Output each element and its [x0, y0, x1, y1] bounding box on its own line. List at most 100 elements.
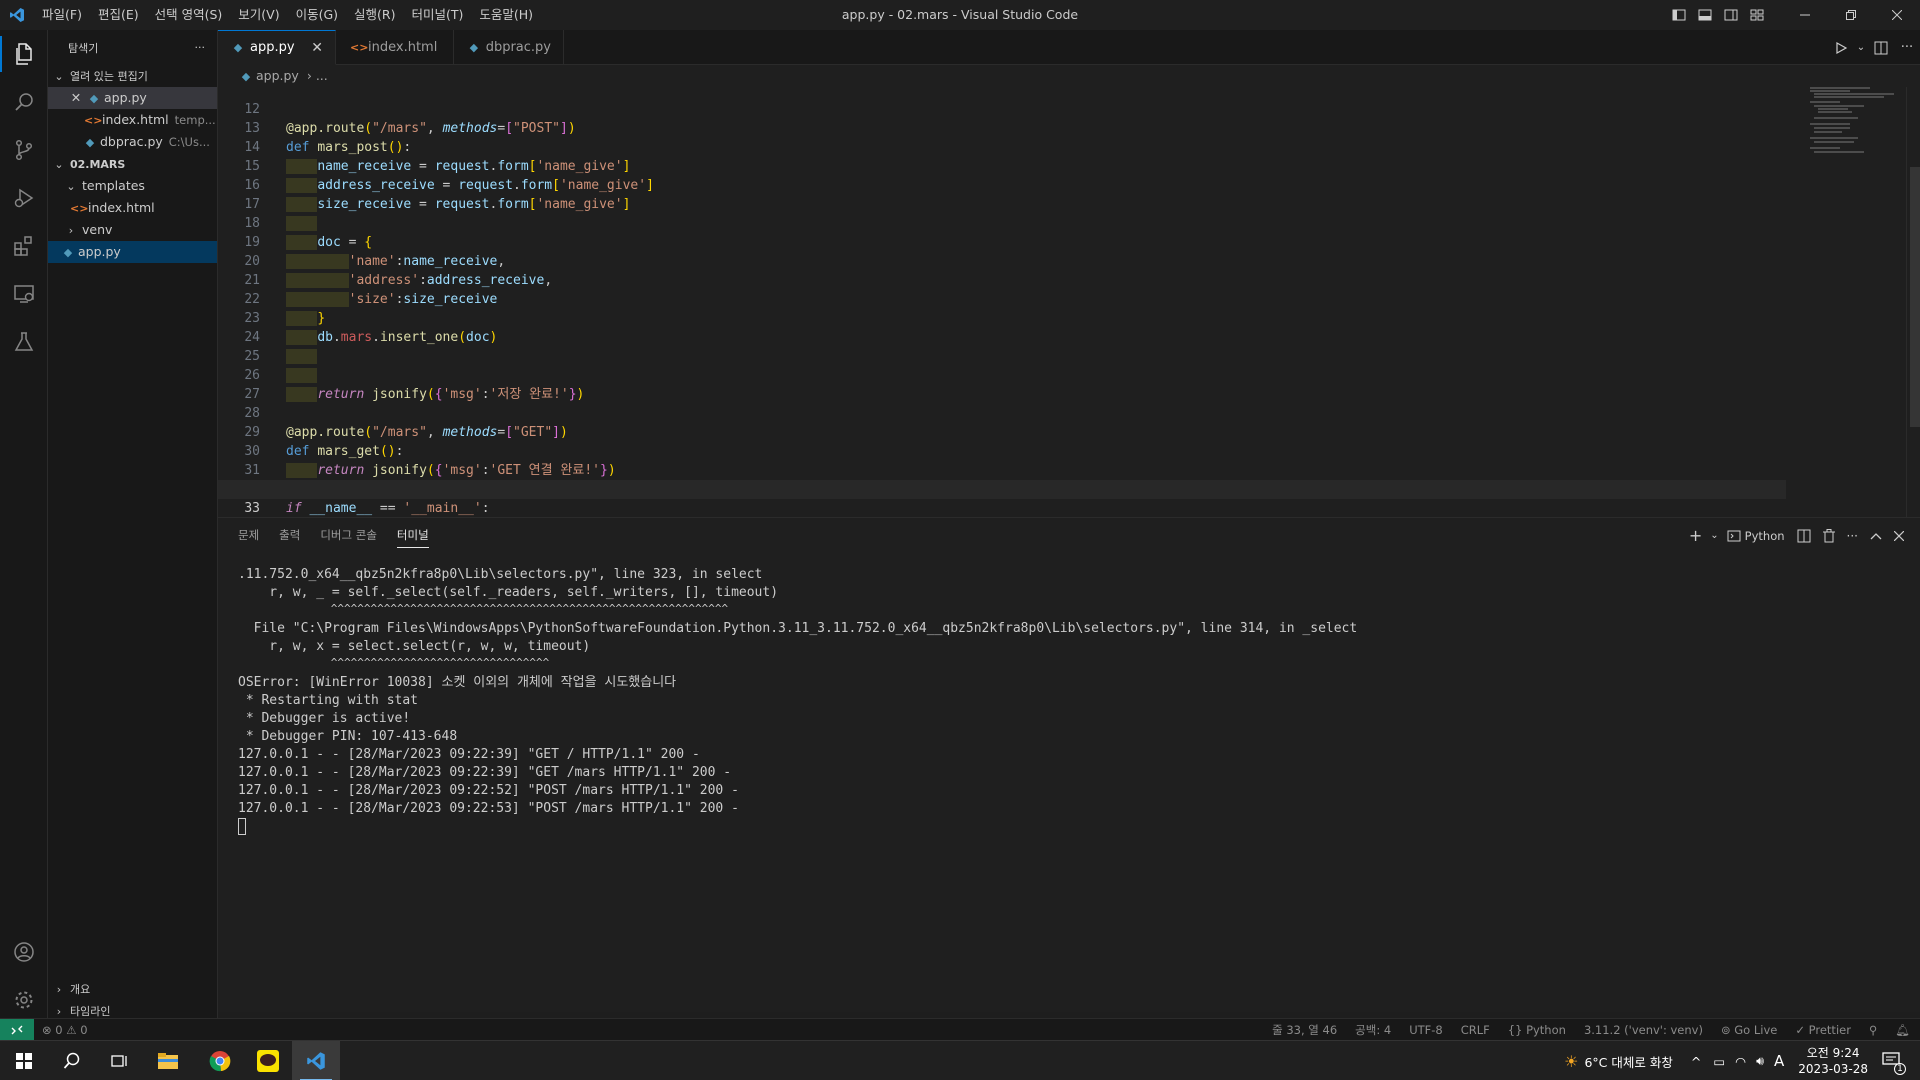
- weather-sun-icon[interactable]: ☀: [1564, 1052, 1578, 1071]
- meet-now-icon[interactable]: ▭: [1713, 1054, 1725, 1069]
- line-number: 33: [244, 501, 260, 516]
- run-dropdown-chevron-icon[interactable]: ⌄: [1854, 42, 1868, 53]
- minimize-icon[interactable]: [1782, 0, 1828, 30]
- panel-tab-problems[interactable]: 문제: [238, 518, 259, 553]
- menu-selection[interactable]: 선택 영역(S): [147, 0, 231, 30]
- tab-app-py[interactable]: ◆ app.py ✕: [218, 30, 336, 65]
- panel-tab-terminal[interactable]: 터미널: [396, 518, 429, 553]
- open-editor-app-py[interactable]: ✕ ◆ app.py: [48, 87, 217, 109]
- terminal-output[interactable]: .11.752.0_x64__qbz5n2kfra8p0\Lib\selecto…: [238, 566, 1357, 836]
- eol-status[interactable]: CRLF: [1461, 1023, 1490, 1037]
- more-actions-icon[interactable]: ···: [195, 41, 206, 54]
- editor-scrollbar[interactable]: [1906, 87, 1920, 517]
- menu-edit[interactable]: 편집(E): [90, 0, 147, 30]
- code-line: 23 db.mars.insert_one(doc): [218, 290, 1786, 345]
- tree-item-index-html[interactable]: <>index.html: [48, 197, 217, 219]
- kill-terminal-trash-icon[interactable]: [1817, 528, 1841, 543]
- encoding-status[interactable]: UTF-8: [1409, 1023, 1443, 1037]
- language-mode-status[interactable]: {} Python: [1508, 1023, 1566, 1037]
- panel-tab-output[interactable]: 출력: [279, 518, 300, 553]
- taskbar-search-icon[interactable]: [48, 1041, 96, 1080]
- notification-center-icon[interactable]: 1: [1882, 1051, 1906, 1075]
- code-line: 22 }: [218, 271, 1786, 326]
- cursor-position-status[interactable]: 줄 33, 열 46: [1272, 1022, 1337, 1038]
- customize-layout-icon[interactable]: [1744, 0, 1770, 30]
- menu-help[interactable]: 도움말(H): [471, 0, 541, 30]
- more-actions-icon[interactable]: ···: [1841, 529, 1864, 543]
- close-window-icon[interactable]: [1874, 0, 1920, 30]
- menu-terminal[interactable]: 터미널(T): [404, 0, 472, 30]
- menu-run[interactable]: 실행(R): [346, 0, 403, 30]
- menu-file[interactable]: 파일(F): [34, 0, 90, 30]
- tree-item-venv[interactable]: › venv: [48, 219, 217, 241]
- open-editor-path: temp...: [174, 113, 216, 127]
- terminal-line: OSError: [WinError 10038] 소켓 이외의 개체에 작업을…: [238, 675, 677, 690]
- tab-dbprac-py[interactable]: ◆ dbprac.py: [454, 30, 564, 65]
- feedback-icon[interactable]: ⚲: [1869, 1023, 1877, 1037]
- problems-status[interactable]: ⊗ 0 ⚠ 0: [42, 1023, 88, 1037]
- task-view-icon[interactable]: [96, 1041, 144, 1080]
- close-panel-icon[interactable]: [1888, 530, 1910, 541]
- extensions-icon[interactable]: [0, 222, 48, 270]
- ime-indicator[interactable]: A: [1774, 1052, 1784, 1070]
- go-live-status[interactable]: ⊚ Go Live: [1721, 1023, 1777, 1037]
- notifications-bell-icon[interactable]: 🔔︎: [1895, 1023, 1910, 1037]
- remote-explorer-icon[interactable]: [0, 270, 48, 318]
- split-terminal-icon[interactable]: [1791, 529, 1817, 543]
- open-editors-section[interactable]: ⌄ 열려 있는 편집기: [48, 65, 217, 87]
- tab-index-html[interactable]: <> index.html: [336, 30, 454, 65]
- panel-tab-debug-console[interactable]: 디버그 콘솔: [320, 518, 377, 553]
- kakaotalk-icon[interactable]: [244, 1041, 292, 1080]
- menu-go[interactable]: 이동(G): [288, 0, 346, 30]
- toggle-secondary-sidebar-icon[interactable]: [1718, 0, 1744, 30]
- new-terminal-plus-icon[interactable]: +: [1683, 526, 1708, 545]
- terminal-instance-selector[interactable]: Python: [1721, 529, 1791, 543]
- tree-item-app-py[interactable]: ◆ app.py: [48, 241, 217, 263]
- menu-view[interactable]: 보기(V): [230, 0, 287, 30]
- folder-section-02-mars[interactable]: ⌄ 02.MARS: [48, 153, 217, 175]
- source-control-icon[interactable]: [0, 126, 48, 174]
- toggle-panel-icon[interactable]: [1692, 0, 1718, 30]
- prettier-status[interactable]: ✓ Prettier: [1795, 1023, 1851, 1037]
- tray-overflow-chevron-icon[interactable]: ^: [1691, 1054, 1701, 1069]
- indentation-status[interactable]: 공백: 4: [1355, 1022, 1391, 1038]
- terminal-dropdown-chevron-icon[interactable]: ⌄: [1708, 530, 1720, 541]
- testing-icon[interactable]: [0, 318, 48, 366]
- remote-indicator-icon[interactable]: [0, 1019, 34, 1041]
- code-editor[interactable]: 12 @app.route("/mars", methods=["POST"])…: [218, 87, 1920, 536]
- terminal-line: File "C:\Program Files\WindowsApps\Pytho…: [238, 621, 1358, 636]
- minimap[interactable]: [1810, 87, 1906, 167]
- start-windows-icon[interactable]: [0, 1041, 48, 1080]
- wifi-icon[interactable]: ◠: [1735, 1054, 1746, 1069]
- outline-section[interactable]: › 개요: [48, 978, 218, 1000]
- weather-text[interactable]: 6°C 대체로 화창: [1584, 1052, 1672, 1071]
- explorer-sidebar: 탐색기 ··· ⌄ 열려 있는 편집기 ✕ ◆ app.py <>index.ht…: [48, 30, 218, 1030]
- scrollbar-thumb[interactable]: [1910, 167, 1920, 427]
- more-actions-icon[interactable]: ···: [1894, 40, 1920, 55]
- search-icon[interactable]: [0, 78, 48, 126]
- python-interpreter-status[interactable]: 3.11.2 ('venv': venv): [1584, 1023, 1703, 1037]
- manage-gear-icon[interactable]: [0, 976, 48, 1024]
- volume-icon[interactable]: 🔊︎: [1756, 1053, 1764, 1069]
- restore-icon[interactable]: [1828, 0, 1874, 30]
- accounts-icon[interactable]: [0, 928, 48, 976]
- clock[interactable]: 오전 9:24 2023-03-28: [1798, 1045, 1868, 1077]
- windows-taskbar: ☀ 6°C 대체로 화창 ^ ▭ ◠ 🔊︎ A 오전 9:24 2023-03-…: [0, 1040, 1920, 1080]
- chrome-icon[interactable]: [196, 1041, 244, 1080]
- split-editor-icon[interactable]: [1868, 41, 1894, 55]
- toggle-primary-sidebar-icon[interactable]: [1666, 0, 1692, 30]
- chevron-down-icon: ⌄: [66, 180, 76, 193]
- run-python-file-icon[interactable]: [1828, 41, 1854, 54]
- tree-item-templates[interactable]: ⌄ templates: [48, 175, 217, 197]
- explorer-icon[interactable]: [0, 30, 48, 78]
- close-editor-icon[interactable]: ✕: [68, 87, 84, 109]
- code-line-current: 33 app.run('0.0.0.0', port=5000, debug=T…: [218, 480, 1786, 536]
- file-explorer-icon[interactable]: [144, 1041, 192, 1080]
- run-debug-icon[interactable]: [0, 174, 48, 222]
- close-tab-icon[interactable]: ✕: [311, 40, 323, 56]
- terminal-line: 127.0.0.1 - - [28/Mar/2023 09:22:52] "PO…: [238, 783, 739, 798]
- open-editor-dbprac-py[interactable]: ◆ dbprac.py C:\Us...: [48, 131, 217, 153]
- maximize-panel-chevron-up-icon[interactable]: [1864, 532, 1888, 540]
- open-editor-index-html[interactable]: <>index.html temp...: [48, 109, 217, 131]
- vscode-taskbar-icon[interactable]: [292, 1041, 340, 1080]
